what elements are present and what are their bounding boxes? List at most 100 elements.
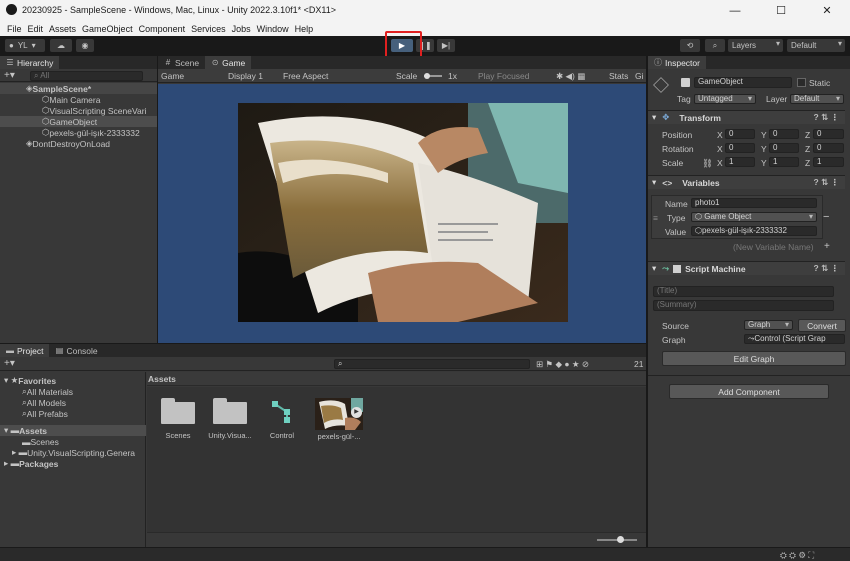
var-name-field[interactable]: photo1 bbox=[691, 198, 817, 208]
layers-dropdown[interactable]: Layers bbox=[728, 39, 783, 52]
component-menu-icon[interactable]: ? ⇅ ⋮ bbox=[813, 177, 839, 188]
mute-icon[interactable]: ✱ ◀) ▦ bbox=[556, 71, 585, 82]
source-dropdown[interactable]: Graph bbox=[744, 320, 793, 330]
menu-jobs[interactable]: Jobs bbox=[232, 24, 251, 34]
component-menu-icon[interactable]: ? ⇅ ⋮ bbox=[813, 112, 839, 123]
asset-photo[interactable]: ▶ pexels-gül-... bbox=[313, 398, 365, 441]
drag-handle-icon[interactable]: ≡ bbox=[653, 213, 658, 223]
menu-assets[interactable]: Assets bbox=[49, 24, 76, 34]
position-x-field[interactable]: 0 bbox=[725, 129, 755, 139]
menu-file[interactable]: File bbox=[7, 24, 22, 34]
tree-scenes[interactable]: ▬ Scenes bbox=[0, 436, 59, 447]
gizmos-button[interactable]: Gi bbox=[635, 71, 644, 81]
title-field[interactable]: (Title) bbox=[653, 286, 834, 297]
asset-control[interactable]: Control bbox=[258, 398, 306, 440]
variables-header[interactable]: ▾ <> Variables ? ⇅ ⋮ bbox=[648, 175, 845, 189]
filter-icons[interactable]: ⊞ ⚑ ◆ ● ★ ⊘ bbox=[536, 359, 589, 370]
asset-visualscripting[interactable]: Unity.Visua... bbox=[206, 398, 254, 440]
rotation-y-field[interactable]: 0 bbox=[769, 143, 799, 153]
var-value-field[interactable]: ⬡pexels-gül-işık-2333332 bbox=[691, 226, 817, 236]
enabled-checkbox[interactable] bbox=[673, 264, 682, 273]
hierarchy-item-main-camera[interactable]: ⬡ Main Camera bbox=[0, 94, 157, 105]
position-y-field[interactable]: 0 bbox=[769, 129, 799, 139]
display-dropdown[interactable]: Display 1 bbox=[228, 71, 263, 81]
menu-component[interactable]: Component bbox=[139, 24, 186, 34]
asset-scenes[interactable]: Scenes bbox=[154, 398, 202, 440]
tab-hierarchy[interactable]: ☰ Hierarchy bbox=[0, 56, 60, 69]
component-menu-icon[interactable]: ? ⇅ ⋮ bbox=[813, 263, 839, 274]
scale-x-field[interactable]: 1 bbox=[725, 157, 755, 167]
edit-graph-button[interactable]: Edit Graph bbox=[662, 351, 846, 366]
tag-dropdown[interactable]: Untagged bbox=[694, 94, 756, 104]
menu-help[interactable]: Help bbox=[295, 24, 314, 34]
hierarchy-toolbar: +▾ ⌕ All bbox=[0, 69, 157, 82]
stats-button[interactable]: Stats bbox=[609, 71, 628, 81]
minimize-button[interactable]: — bbox=[712, 0, 758, 21]
breadcrumb-assets[interactable]: Assets bbox=[148, 374, 176, 384]
menu-window[interactable]: Window bbox=[257, 24, 289, 34]
summary-field[interactable]: (Summary) bbox=[653, 300, 834, 311]
add-variable-button[interactable]: + bbox=[824, 241, 830, 252]
menu-services[interactable]: Services bbox=[191, 24, 226, 34]
scale-y-field[interactable]: 1 bbox=[769, 157, 799, 167]
project-search-input[interactable]: ⌕ bbox=[334, 359, 530, 369]
tree-visualscripting[interactable]: ▸ ▬ Unity.VisualScripting.Genera bbox=[0, 447, 135, 458]
new-variable-input[interactable]: (New Variable Name) bbox=[733, 242, 814, 252]
hierarchy-item-dontdestroy[interactable]: ◈ DontDestroyOnLoad bbox=[0, 138, 157, 149]
active-checkbox[interactable] bbox=[681, 78, 690, 87]
aspect-dropdown[interactable]: Free Aspect bbox=[283, 71, 328, 81]
fav-all-prefabs[interactable]: ⌕ All Prefabs bbox=[0, 408, 68, 419]
tab-scene[interactable]: # Scene bbox=[158, 56, 205, 69]
rotation-x-field[interactable]: 0 bbox=[725, 143, 755, 153]
fav-all-materials[interactable]: ⌕ All Materials bbox=[0, 386, 73, 397]
maximize-button[interactable]: ☐ bbox=[758, 0, 804, 21]
hierarchy-item-gameobject[interactable]: ⬡ GameObject bbox=[0, 116, 157, 127]
assets-root-item[interactable]: ▾ ▬ Assets bbox=[0, 425, 146, 436]
script-machine-header[interactable]: ▾ ⤳ Script Machine ? ⇅ ⋮ bbox=[648, 261, 845, 275]
step-button[interactable]: ▶| bbox=[437, 39, 455, 52]
search-button[interactable]: ⌕ bbox=[705, 39, 725, 52]
collab-button[interactable]: ◉ bbox=[76, 39, 94, 52]
position-z-field[interactable]: 0 bbox=[813, 129, 844, 139]
status-icons[interactable]: ⛭ ⛭ ⚙ ⛶ bbox=[780, 550, 814, 561]
gameobject-name-input[interactable]: GameObject bbox=[694, 77, 792, 88]
history-button[interactable]: ⟲ bbox=[680, 39, 700, 52]
layout-dropdown[interactable]: Default bbox=[787, 39, 845, 52]
fav-all-models[interactable]: ⌕ All Models bbox=[0, 397, 66, 408]
tab-inspector[interactable]: ⓘ Inspector bbox=[648, 56, 706, 69]
rotation-z-field[interactable]: 0 bbox=[813, 143, 844, 153]
scale-slider-handle[interactable] bbox=[424, 73, 430, 79]
menu-gameobject[interactable]: GameObject bbox=[82, 24, 133, 34]
close-button[interactable]: ✕ bbox=[804, 0, 850, 21]
game-viewport[interactable] bbox=[158, 84, 646, 343]
hierarchy-item-photo[interactable]: ⬡ pexels-gül-işık-2333332 bbox=[0, 127, 157, 138]
convert-button[interactable]: Convert bbox=[798, 319, 846, 332]
tab-game[interactable]: ⊙ Game bbox=[205, 56, 252, 69]
account-dropdown[interactable]: ● YL ▾ bbox=[5, 39, 45, 52]
link-icon[interactable]: ⛓ bbox=[702, 158, 713, 169]
favorites-item[interactable]: ▾ ★ Favorites bbox=[0, 375, 56, 386]
game-mode-dropdown[interactable]: Game bbox=[161, 71, 184, 81]
icon-size-slider-handle[interactable] bbox=[617, 536, 624, 543]
layer-dropdown[interactable]: Default bbox=[790, 94, 844, 104]
hierarchy-item-visualscripting[interactable]: ⬡ VisualScripting SceneVari bbox=[0, 105, 157, 116]
hierarchy-item-scene[interactable]: ◈ SampleScene* bbox=[0, 83, 157, 94]
scale-z-field[interactable]: 1 bbox=[813, 157, 844, 167]
play-icon[interactable]: ▶ bbox=[351, 407, 362, 418]
hierarchy-icon: ☰ bbox=[6, 57, 14, 67]
transform-header[interactable]: ▾ ✥ Transform ? ⇅ ⋮ bbox=[648, 110, 845, 124]
hierarchy-search-input[interactable]: ⌕ All bbox=[30, 71, 143, 81]
add-component-button[interactable]: Add Component bbox=[669, 384, 829, 399]
graph-field[interactable]: ⤳Control (Script Grap bbox=[744, 334, 845, 344]
remove-variable-button[interactable]: − bbox=[823, 211, 829, 223]
packages-item[interactable]: ▸ ▬ Packages bbox=[0, 458, 58, 469]
tab-project[interactable]: ▬ Project bbox=[0, 344, 50, 357]
add-icon[interactable]: +▾ bbox=[4, 358, 15, 369]
var-type-dropdown[interactable]: ⬡ Game Object bbox=[691, 212, 817, 222]
cloud-button[interactable]: ☁ bbox=[50, 39, 72, 52]
play-focused-dropdown[interactable]: Play Focused bbox=[478, 71, 530, 81]
tab-console[interactable]: ▤ Console bbox=[49, 344, 103, 357]
static-checkbox[interactable] bbox=[797, 78, 806, 87]
menu-edit[interactable]: Edit bbox=[28, 24, 44, 34]
add-icon[interactable]: +▾ bbox=[4, 70, 15, 81]
